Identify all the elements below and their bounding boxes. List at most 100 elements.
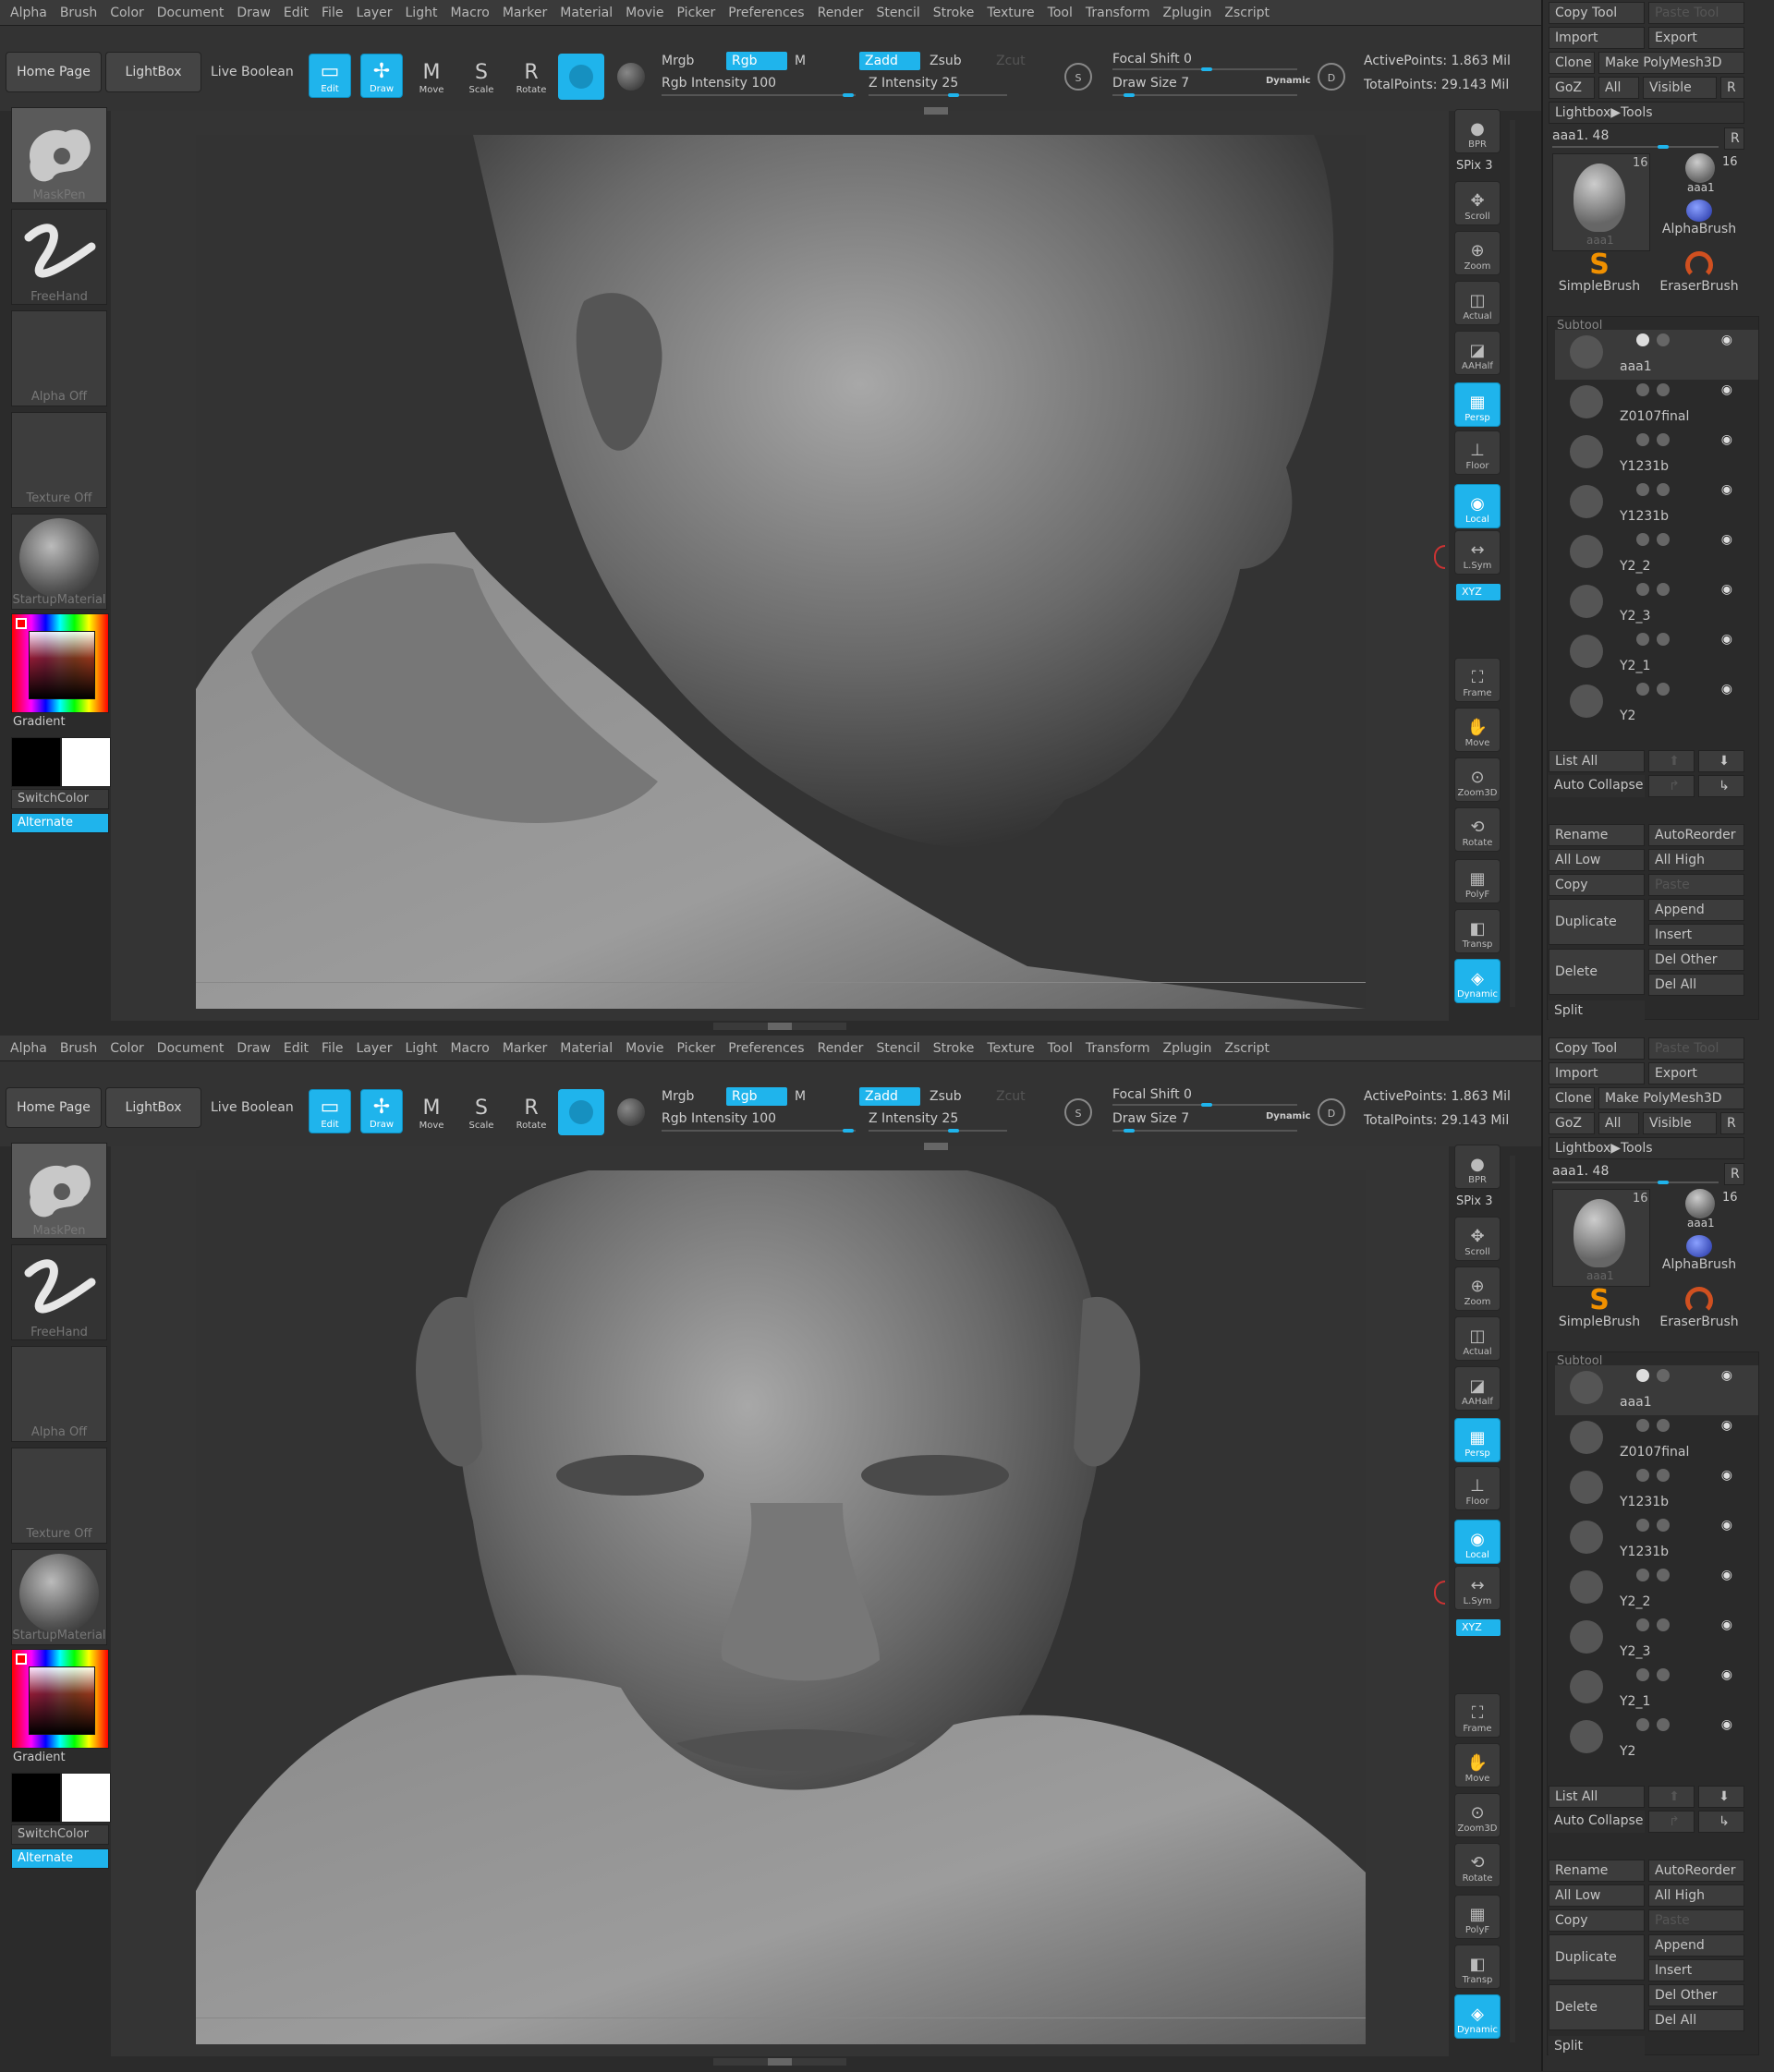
- eraserbrush-tool[interactable]: EraserBrush: [1652, 251, 1746, 307]
- visibility-eye-icon[interactable]: ◉: [1721, 632, 1732, 647]
- canvas-top-scrollbar[interactable]: [924, 107, 948, 115]
- dynamesh-toggle-icon[interactable]: [1657, 383, 1670, 396]
- visibility-eye-icon[interactable]: ◉: [1721, 1717, 1732, 1732]
- view-actual-button[interactable]: ◫ Actual: [1454, 281, 1501, 325]
- view-zoom3d-button[interactable]: ⊙ Zoom3D: [1454, 1793, 1501, 1837]
- merge-down-button[interactable]: ↳: [1698, 1811, 1744, 1833]
- alphabrush-tool[interactable]: AlphaBrush: [1652, 200, 1746, 255]
- visibility-eye-icon[interactable]: ◉: [1721, 432, 1732, 447]
- z-intensity-slider[interactable]: Z Intensity 25: [869, 76, 958, 91]
- menu-material[interactable]: Material: [560, 6, 613, 20]
- lightbox-tools-button[interactable]: Lightbox▶Tools: [1549, 1137, 1744, 1159]
- tool-thumb-head-large[interactable]: 16 aaa1: [1552, 1189, 1650, 1287]
- menu-stroke[interactable]: Stroke: [933, 6, 975, 20]
- lightbox-button[interactable]: LightBox: [105, 1087, 201, 1128]
- export-button[interactable]: Export: [1648, 1062, 1744, 1084]
- autoreorder-button[interactable]: AutoReorder: [1648, 824, 1744, 846]
- z-intensity-slider[interactable]: Z Intensity 25: [869, 1111, 958, 1126]
- rgb-intensity-slider[interactable]: Rgb Intensity 100: [662, 76, 776, 91]
- polypaint-toggle-icon[interactable]: [1636, 633, 1649, 646]
- move-down-button[interactable]: ⬇: [1698, 1786, 1744, 1808]
- paste-button[interactable]: Paste: [1648, 874, 1744, 896]
- m-toggle[interactable]: M: [795, 1089, 806, 1104]
- polypaint-toggle-icon[interactable]: [1636, 1668, 1649, 1681]
- m-toggle[interactable]: M: [795, 54, 806, 68]
- goz-r-button[interactable]: R: [1720, 77, 1744, 99]
- subtool-item[interactable]: ◉ Y2_1: [1555, 629, 1758, 679]
- polypaint-toggle-icon[interactable]: [1636, 1519, 1649, 1532]
- paste-button[interactable]: Paste: [1648, 1909, 1744, 1932]
- rgb-intensity-slider[interactable]: Rgb Intensity 100: [662, 1111, 776, 1126]
- zadd-toggle[interactable]: Zadd: [859, 52, 920, 70]
- color-swatch-icon[interactable]: [558, 54, 604, 100]
- tool-edit[interactable]: ▭ Edit: [309, 54, 351, 98]
- menu-layer[interactable]: Layer: [356, 1041, 392, 1056]
- append-button[interactable]: Append: [1648, 899, 1744, 921]
- menu-tool[interactable]: Tool: [1048, 1041, 1073, 1056]
- lightbox-d-icon[interactable]: D: [1318, 1098, 1345, 1126]
- subtool-item[interactable]: ◉ Z0107final: [1555, 1415, 1758, 1465]
- current-tool-r-button[interactable]: R: [1724, 1163, 1744, 1185]
- polypaint-toggle-icon[interactable]: [1636, 533, 1649, 546]
- visibility-eye-icon[interactable]: ◉: [1721, 582, 1732, 597]
- subtool-item[interactable]: ◉ Y1231b: [1555, 479, 1758, 529]
- sculpt-render[interactable]: [196, 1170, 1366, 2044]
- menu-texture[interactable]: Texture: [987, 6, 1034, 20]
- menu-tool[interactable]: Tool: [1048, 6, 1073, 20]
- view-transp-button[interactable]: ◧ Transp: [1454, 909, 1501, 953]
- view-persp-button[interactable]: ▦ Persp: [1454, 1418, 1501, 1462]
- xyz-toggle[interactable]: XYZ: [1456, 1619, 1501, 1636]
- goz-r-button[interactable]: R: [1720, 1112, 1744, 1134]
- tool-draw[interactable]: ✢ Draw: [360, 54, 403, 98]
- export-button[interactable]: Export: [1648, 27, 1744, 49]
- menu-transform[interactable]: Transform: [1086, 1041, 1150, 1056]
- goz-button[interactable]: GoZ: [1549, 1112, 1595, 1134]
- dynamesh-toggle-icon[interactable]: [1657, 483, 1670, 496]
- menu-zplugin[interactable]: Zplugin: [1163, 1041, 1212, 1056]
- view-bpr-button[interactable]: ● BPR: [1454, 1145, 1501, 1189]
- visibility-eye-icon[interactable]: ◉: [1721, 532, 1732, 547]
- menu-color[interactable]: Color: [110, 1041, 144, 1056]
- menu-marker[interactable]: Marker: [503, 6, 547, 20]
- view-local-button[interactable]: ◉ Local: [1454, 1520, 1501, 1564]
- paste-tool-button[interactable]: Paste Tool: [1648, 1037, 1744, 1060]
- visibility-eye-icon[interactable]: ◉: [1721, 1518, 1732, 1533]
- append-button[interactable]: Append: [1648, 1934, 1744, 1957]
- canvas-side-scrollbar[interactable]: [1510, 1156, 1515, 2042]
- visibility-eye-icon[interactable]: ◉: [1721, 1618, 1732, 1632]
- dynamesh-toggle-icon[interactable]: [1657, 583, 1670, 596]
- menu-material[interactable]: Material: [560, 1041, 613, 1056]
- material-sphere-icon[interactable]: [617, 1098, 645, 1126]
- polypaint-toggle-icon[interactable]: [1636, 1369, 1649, 1382]
- current-tool-r-button[interactable]: R: [1724, 127, 1744, 150]
- tool-rotate[interactable]: R Rotate: [510, 54, 553, 98]
- polypaint-toggle-icon[interactable]: [1636, 1469, 1649, 1482]
- canvas-bottom-scrollbar[interactable]: [713, 1023, 846, 1030]
- menu-picker[interactable]: Picker: [677, 1041, 716, 1056]
- dynamesh-toggle-icon[interactable]: [1657, 1369, 1670, 1382]
- view-zoom-button[interactable]: ⊕ Zoom: [1454, 1266, 1501, 1311]
- menu-macro[interactable]: Macro: [450, 1041, 489, 1056]
- goz-visible-button[interactable]: Visible: [1643, 77, 1717, 99]
- secondary-color-swatch[interactable]: [61, 1773, 111, 1823]
- subtool-item[interactable]: ◉ Y2: [1555, 679, 1758, 729]
- view-transp-button[interactable]: ◧ Transp: [1454, 1945, 1501, 1989]
- dynamesh-toggle-icon[interactable]: [1657, 433, 1670, 446]
- visibility-eye-icon[interactable]: ◉: [1721, 1667, 1732, 1682]
- dynamesh-toggle-icon[interactable]: [1657, 1718, 1670, 1731]
- menu-brush[interactable]: Brush: [60, 6, 97, 20]
- draw-size-slider[interactable]: Draw Size 7: [1112, 1111, 1189, 1126]
- view-dynamic-button[interactable]: ◈ Dynamic: [1454, 959, 1501, 1003]
- dynamesh-toggle-icon[interactable]: [1657, 1618, 1670, 1631]
- subtool-item[interactable]: ◉ Y2_3: [1555, 579, 1758, 629]
- zadd-toggle[interactable]: Zadd: [859, 1087, 920, 1106]
- alternate-button[interactable]: Alternate: [11, 1848, 109, 1869]
- simplebrush-tool[interactable]: S SimpleBrush: [1552, 1287, 1646, 1342]
- tool-draw[interactable]: ✢ Draw: [360, 1089, 403, 1133]
- insert-button[interactable]: Insert: [1648, 924, 1744, 946]
- tool-thumb-head-small[interactable]: 16 aaa1: [1652, 1189, 1744, 1233]
- goz-all-button[interactable]: All: [1598, 1112, 1639, 1134]
- color-picker[interactable]: [11, 613, 109, 713]
- subtool-item[interactable]: ◉ aaa1: [1555, 330, 1758, 380]
- menu-file[interactable]: File: [322, 6, 343, 20]
